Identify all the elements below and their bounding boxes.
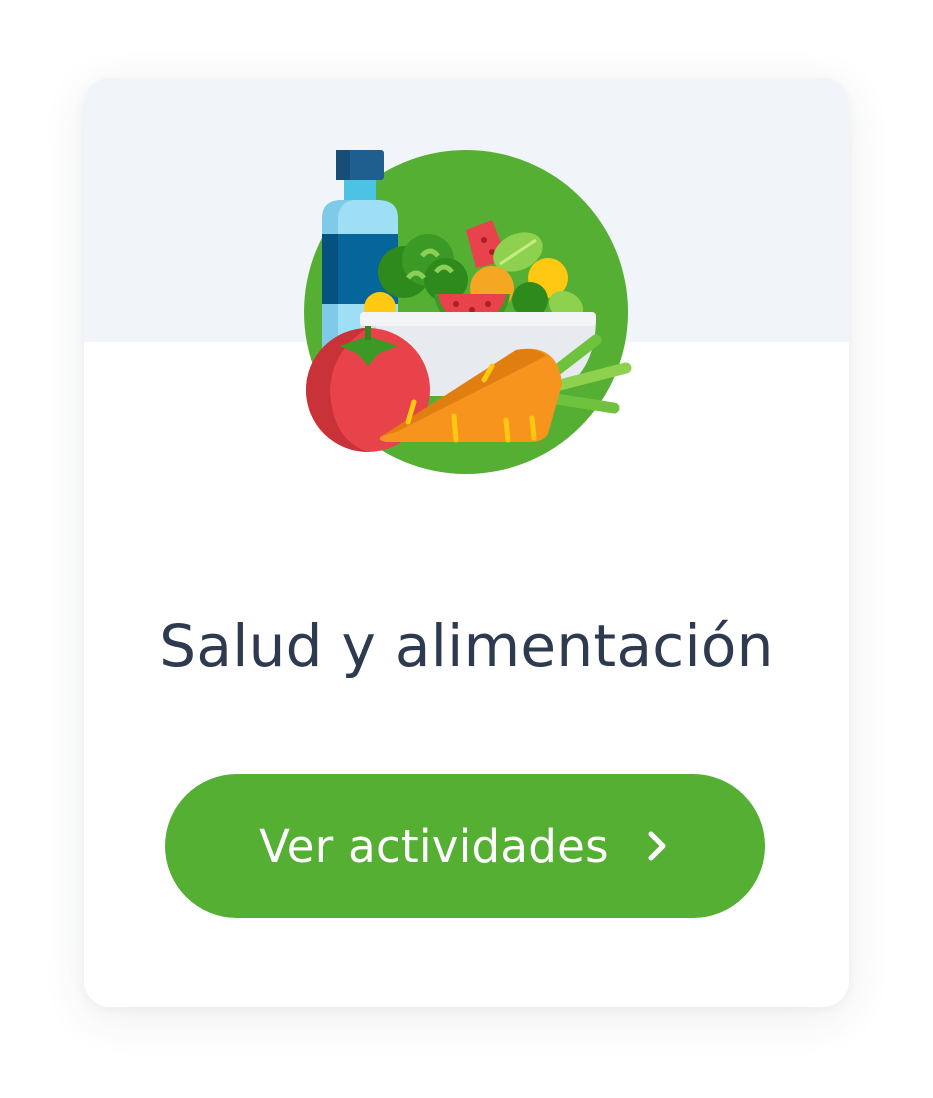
page: Salud y alimentación Ver actividades (0, 0, 933, 1098)
card-title: Salud y alimentación (159, 612, 774, 680)
view-activities-button[interactable]: Ver actividades (165, 774, 765, 918)
view-activities-label: Ver actividades (259, 819, 609, 873)
healthy-food-icon (304, 150, 632, 474)
category-card[interactable]: Salud y alimentación Ver actividades (84, 78, 849, 1007)
chevron-right-icon (648, 831, 666, 861)
